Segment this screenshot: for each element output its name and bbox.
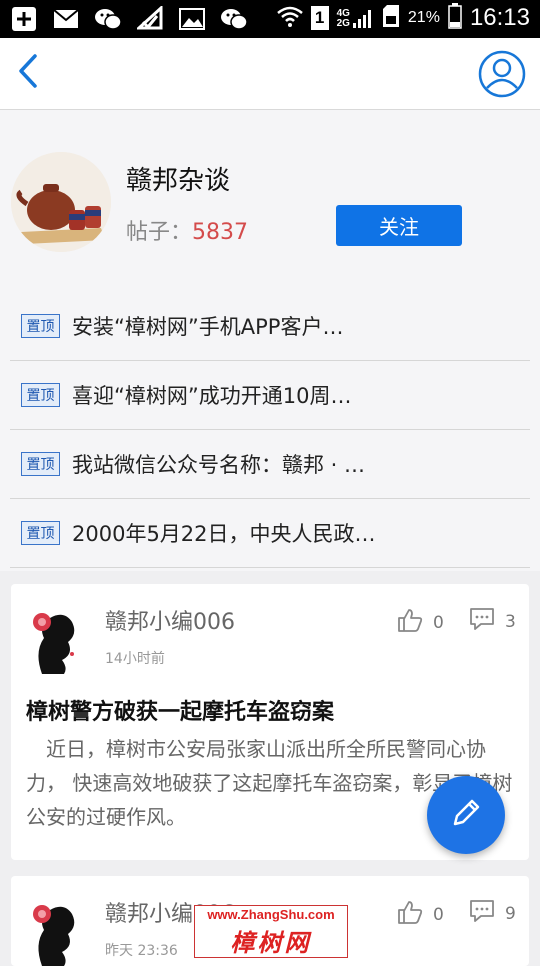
site-watermark: www.ZhangShu.com 樟树网 (194, 905, 348, 958)
pinned-badge: 置顶 (21, 383, 60, 407)
wechat-icon (220, 5, 248, 33)
follow-button[interactable]: 关注 (336, 205, 462, 246)
status-bar: 1 4G 2G 21% 16:13 (0, 0, 540, 38)
pinned-item[interactable]: 置顶 安装“樟树网”手机APP客户… (10, 292, 530, 361)
pinned-badge: 置顶 (21, 452, 60, 476)
compose-button[interactable] (427, 776, 505, 854)
user-profile-button[interactable] (478, 50, 526, 98)
pinned-title: 安装“樟树网”手机APP客户… (72, 315, 344, 339)
back-button[interactable] (8, 48, 48, 98)
pinned-item[interactable]: 置顶 喜迎“樟树网”成功开通10周… (10, 361, 530, 430)
top-bar (0, 38, 540, 110)
mail-icon (52, 5, 80, 33)
like-count: 0 (433, 612, 444, 633)
notification-icons (10, 5, 248, 33)
image-icon (178, 5, 206, 33)
pinned-title: 2000年5月22日，中央人民政… (72, 522, 376, 546)
post-count: 帖子：5837 (126, 214, 248, 246)
user-profile-icon (478, 50, 526, 102)
signal-check-icon (136, 5, 164, 33)
pinned-title: 我站微信公众号名称：赣邦 · … (72, 453, 366, 477)
comment-count: 9 (505, 903, 516, 924)
add-icon (10, 5, 38, 33)
sd-card-icon (382, 4, 400, 32)
author-name[interactable]: 赣邦小编006 (105, 604, 235, 636)
clock: 16:13 (469, 4, 530, 31)
pinned-badge: 置顶 (21, 314, 60, 338)
comment-count: 3 (505, 611, 516, 632)
pinned-badge: 置顶 (21, 521, 60, 545)
like-count: 0 (433, 904, 444, 925)
like-button[interactable]: 0 (397, 607, 444, 638)
pinned-item[interactable]: 置顶 我站微信公众号名称：赣邦 · … (10, 430, 530, 499)
pinned-title: 喜迎“樟树网”成功开通10周… (72, 384, 352, 408)
forum-header: 赣邦杂谈 帖子：5837 关注 (0, 110, 540, 293)
thumbs-up-icon (397, 607, 423, 638)
post-count-value: 5837 (192, 220, 249, 245)
thumbs-up-icon (397, 899, 423, 930)
sim-icon: 1 (310, 6, 329, 30)
watermark-url: www.ZhangShu.com (207, 907, 335, 922)
system-status: 1 4G 2G 21% 16:13 (276, 3, 530, 33)
post-time: 昨天 23:36 (105, 943, 178, 959)
battery-percent: 21% (407, 9, 440, 26)
network-type-bottom: 2G (336, 18, 350, 29)
pinned-list: 置顶 安装“樟树网”手机APP客户… 置顶 喜迎“樟树网”成功开通10周… 置顶… (0, 292, 540, 571)
forum-name: 赣邦杂谈 (126, 166, 231, 196)
forum-avatar (11, 152, 111, 252)
post-title[interactable]: 樟树警方破获一起摩托车盗窃案 (26, 694, 334, 726)
comment-icon (469, 607, 495, 636)
signal-icon: 4G 2G (337, 7, 374, 29)
watermark-logo: 樟树网 (230, 929, 312, 957)
pinned-item[interactable]: 置顶 2000年5月22日，中央人民政… (10, 499, 530, 568)
comment-button[interactable]: 9 (469, 899, 516, 928)
post-time: 14小时前 (105, 651, 165, 667)
author-avatar (24, 900, 86, 966)
author-avatar (24, 608, 86, 674)
like-button[interactable]: 0 (397, 899, 444, 930)
wifi-icon (276, 5, 303, 31)
wechat-icon (94, 5, 122, 33)
comment-icon (469, 899, 495, 928)
back-arrow-icon (17, 53, 39, 93)
comment-button[interactable]: 3 (469, 607, 516, 636)
post-count-label: 帖子： (126, 220, 193, 245)
battery-icon (448, 3, 462, 33)
pencil-icon (449, 796, 483, 834)
